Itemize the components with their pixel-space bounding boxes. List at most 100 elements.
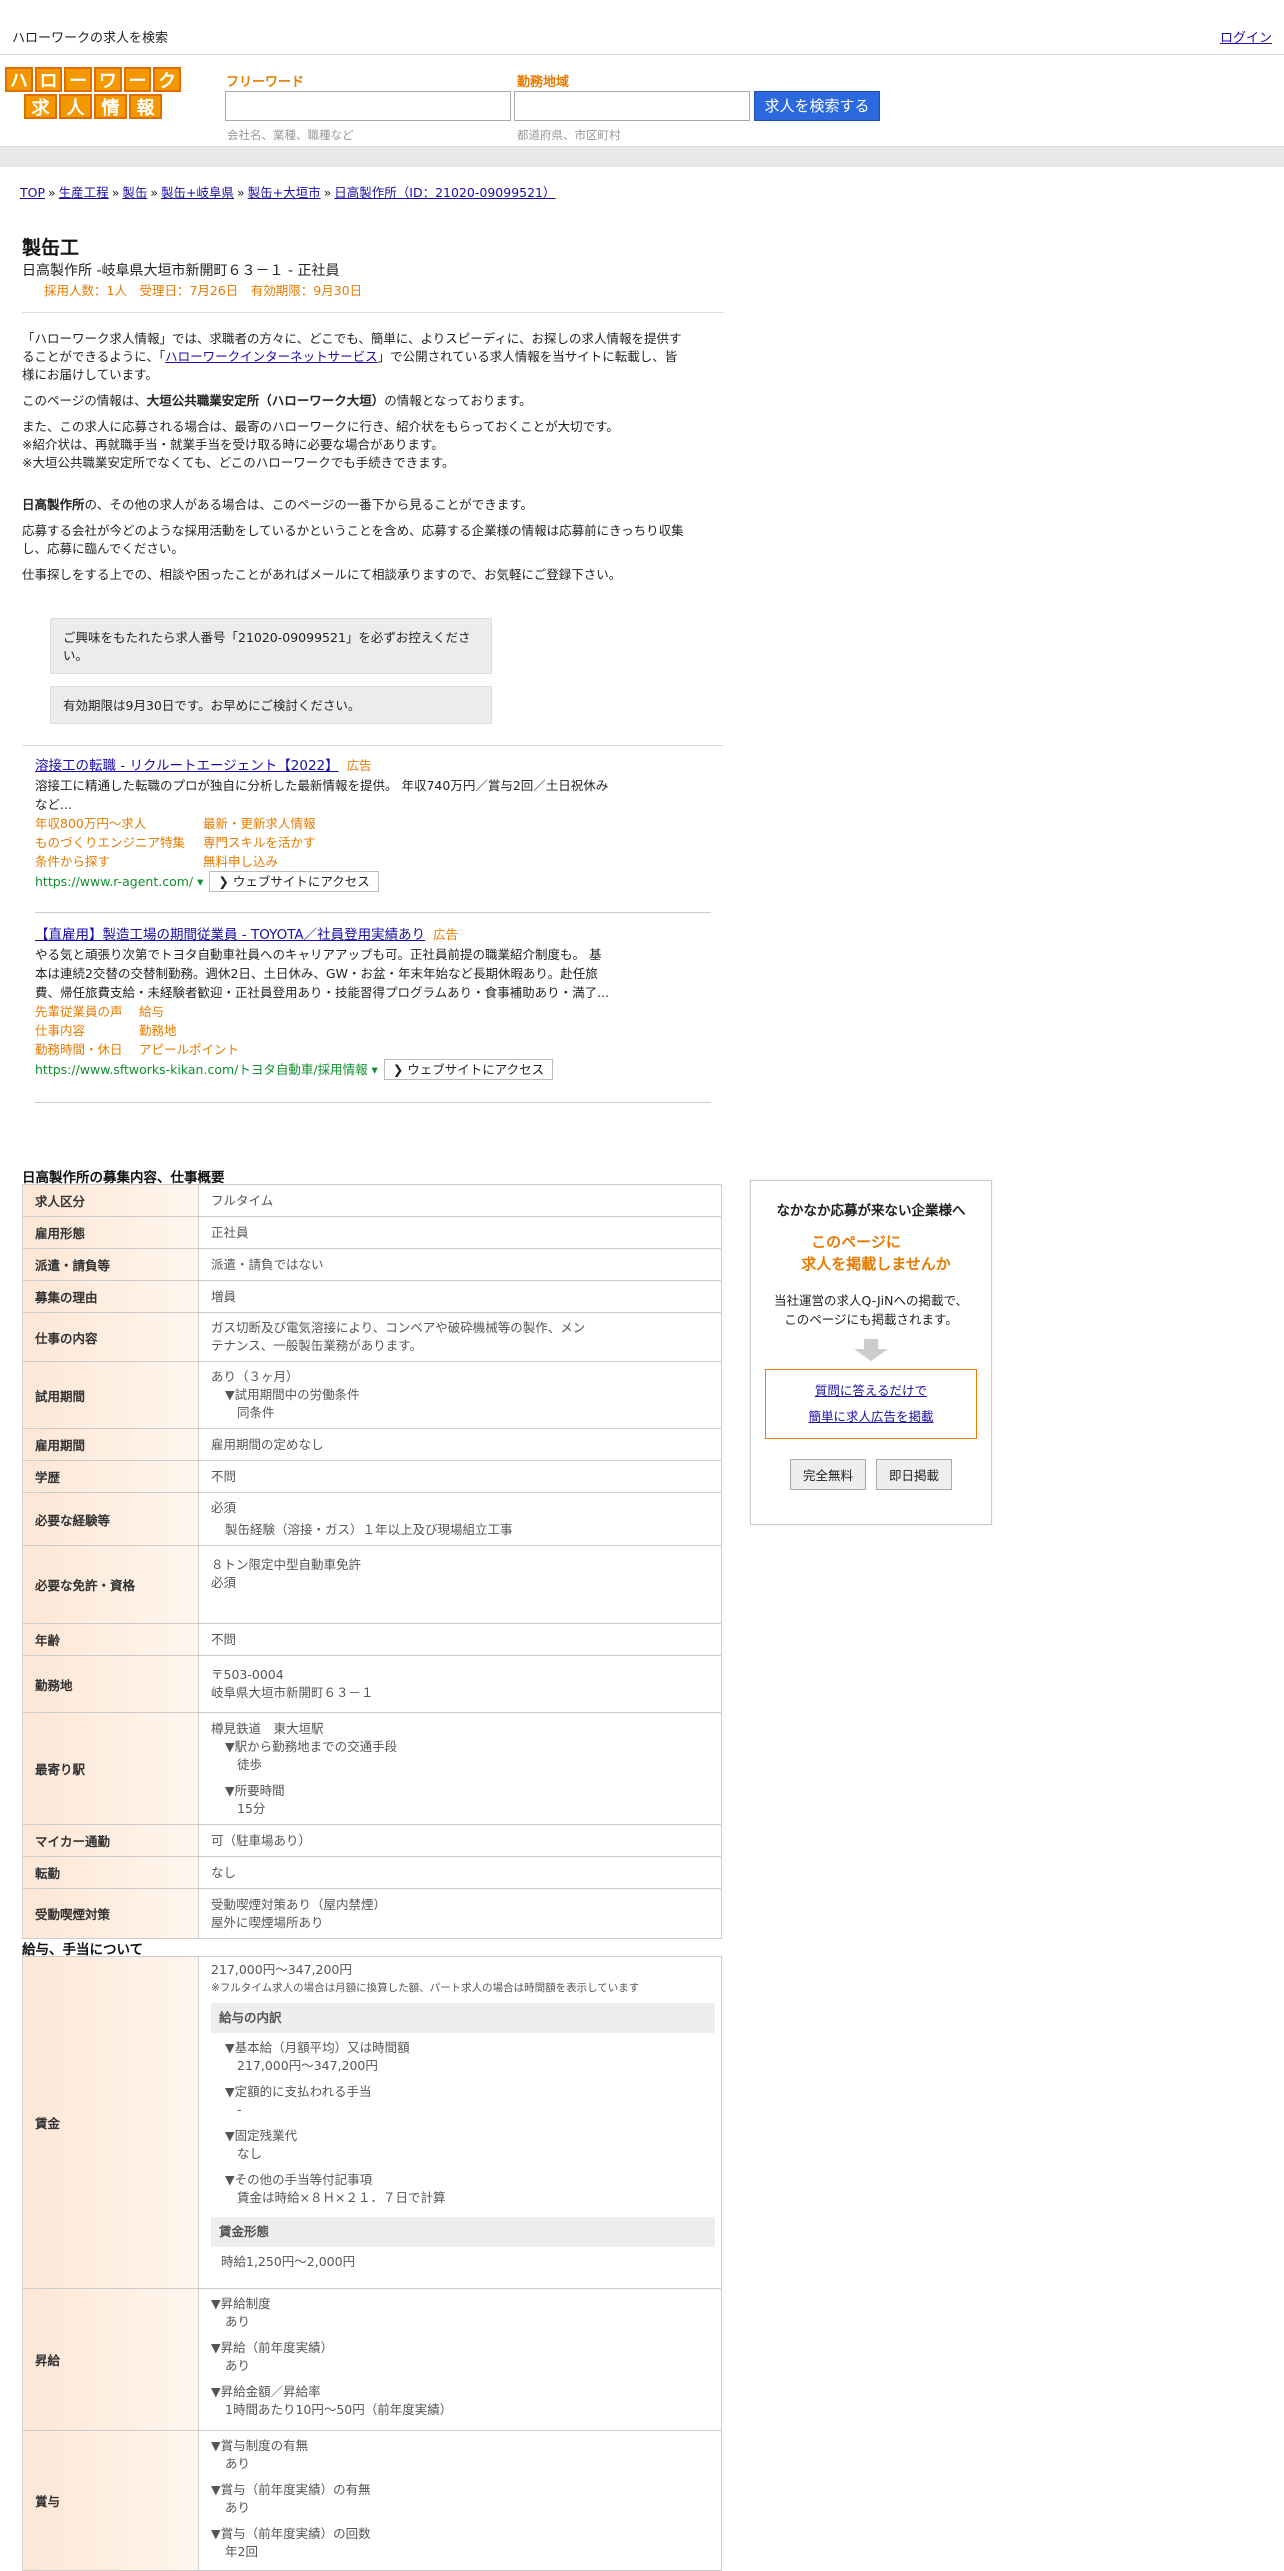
- freeword-input[interactable]: [225, 91, 511, 121]
- breadcrumb-company[interactable]: 日高製作所（ID：21020-09099521）: [334, 185, 555, 200]
- ad-sitelink[interactable]: アピールポイント: [139, 1040, 710, 1059]
- logo-char: 情: [94, 94, 127, 119]
- logo-char: ロ: [34, 67, 63, 92]
- value-line: 同条件: [237, 1405, 275, 1420]
- ad-url[interactable]: https://www.r-agent.com/: [35, 874, 193, 889]
- row-value: ▼昇給制度 あり ▼昇給（前年度実績） あり ▼昇給金額／昇給率 1時間あたり1…: [198, 2288, 722, 2431]
- ad-sitelink[interactable]: ものづくりエンジニア特集: [35, 833, 203, 852]
- ad-sitelink[interactable]: 最新・更新求人情報: [203, 814, 710, 833]
- logo-char: ワ: [94, 67, 122, 92]
- value-line: ガス切断及び電気溶接により、コンベアや破砕機械等の製作、メン: [211, 1320, 586, 1335]
- row-key: 最寄り駅: [22, 1712, 199, 1825]
- row-key: 賃金: [22, 1956, 199, 2289]
- table-row: 求人区分 フルタイム: [22, 1184, 722, 1217]
- sidebar-body-line: 当社運営の求人Q-JiNへの掲載で、: [774, 1293, 968, 1308]
- ad-recruit-agent: 溶接工の転職 - リクルートエージェント【2022】 広告 溶接工に精通した転職の…: [35, 756, 710, 892]
- search-bar: ハ ロ ー ワ ー ク 求 人 情 報 フリーワード 会社名、業種、職種など 勤…: [0, 55, 1284, 147]
- row-key: 雇用形態: [22, 1216, 199, 1249]
- breadcrumb: TOP» 生産工程» 製缶» 製缶+岐阜県» 製缶+大垣市» 日高製作所（ID：21020…: [20, 185, 556, 200]
- ad-visit-button[interactable]: ❯ ウェブサイトにアクセス: [383, 1059, 554, 1080]
- value-line: 製缶経験（溶接・ガス）１年以上及び現場組立工事: [225, 1522, 513, 1537]
- value-line: 必須: [211, 1575, 237, 1590]
- ad-sitelink[interactable]: 専門スキルを活かす: [203, 833, 710, 852]
- sidebar-body: 当社運営の求人Q-JiNへの掲載で、 このページにも掲載されます。: [751, 1291, 991, 1329]
- area-label: 勤務地域: [517, 75, 570, 90]
- table-row: 勤務地 〒503-0004 岐阜県大垣市新開町６３－１: [22, 1655, 722, 1713]
- sidebar-link[interactable]: 簡単に求人広告を掲載: [808, 1409, 933, 1424]
- breadcrumb-category[interactable]: 生産工程: [59, 185, 109, 200]
- row-value: ▼賞与制度の有無 あり ▼賞与（前年度実績）の有無 あり ▼賞与（前年度実績）の…: [198, 2430, 722, 2571]
- area-input[interactable]: [514, 91, 750, 121]
- job-meta: 採用人数：1人 受理日：7月26日 有効期限：9月30日: [44, 283, 363, 298]
- table-row: 昇給 ▼昇給制度 あり ▼昇給（前年度実績） あり ▼昇給金額／昇給率 1時間あ…: [22, 2288, 722, 2431]
- logo-char: ク: [153, 67, 182, 92]
- company-line: 日高製作所 -岐阜県大垣市新開町６３－１ - 正社員: [22, 263, 340, 279]
- value-line: -: [237, 2102, 242, 2117]
- value-line: 賃金は時給×８Ｈ×２１．７日で計算: [237, 2190, 446, 2205]
- hellowork-internet-link[interactable]: ハローワークインターネットサービス: [165, 349, 378, 364]
- ad-title[interactable]: 【直雇用】製造工場の期間従業員 - TOYOTA／社員登用実績あり: [35, 927, 425, 943]
- free-button[interactable]: 完全無料: [789, 1459, 866, 1490]
- ad-sitelink[interactable]: 先輩従業員の声: [35, 1002, 139, 1021]
- ad-divider: [35, 1102, 711, 1103]
- value-line: ▼定額的に支払われる手当: [225, 2084, 372, 2099]
- ad-sitelink[interactable]: 無料申し込み: [203, 852, 710, 871]
- row-key: 学歴: [22, 1460, 199, 1493]
- table-row: 試用期間 あり（３ヶ月） ▼試用期間中の労働条件 同条件: [22, 1361, 722, 1429]
- job-header: 製缶工 日高製作所 -岐阜県大垣市新開町６３－１ - 正社員 採用人数：1人 受…: [22, 233, 724, 299]
- value-line: 1時間あたり10円〜50円（前年度実績）: [225, 2402, 453, 2417]
- ad-sitelink[interactable]: 年収800万円～求人: [35, 814, 203, 833]
- breadcrumb-city[interactable]: 製缶+大垣市: [248, 185, 321, 200]
- ad-title[interactable]: 溶接工の転職 - リクルートエージェント【2022】: [35, 758, 339, 774]
- intro-line: の、その他の求人がある場合は、このページの一番下から見ることができます。: [84, 497, 534, 512]
- ad-url[interactable]: https://www.sftworks-kikan.com/トヨタ自動車/採用…: [35, 1062, 368, 1077]
- arrow-down-icon: [854, 1339, 888, 1361]
- sidebar-link[interactable]: 質問に答えるだけで: [815, 1383, 927, 1398]
- intro-line: し、応募に臨んでください。: [22, 541, 184, 556]
- ad-url-dropdown-icon[interactable]: ▾: [193, 874, 203, 889]
- value-line: ８トン限定中型自動車免許: [211, 1557, 362, 1572]
- ad-visit-button[interactable]: ❯ ウェブサイトにアクセス: [209, 871, 379, 892]
- row-key: 派遣・請負等: [22, 1248, 199, 1281]
- job-title: 製缶工: [22, 237, 80, 259]
- ad-sitelink[interactable]: 勤務時間・休日: [35, 1040, 139, 1059]
- row-key: 勤務地: [22, 1655, 199, 1713]
- ad-sitelink[interactable]: 給与: [139, 1002, 710, 1021]
- search-button[interactable]: 求人を検索する: [754, 91, 880, 121]
- intro-line: ※紹介状は、再就職手当・就業手当を受け取る時に必要な場合があります。: [22, 437, 444, 452]
- row-key: 賞与: [22, 2430, 199, 2571]
- value-line: あり: [225, 2500, 251, 2515]
- value-line: 〒503-0004: [211, 1667, 284, 1682]
- value-line: ▼その他の手当等付記事項: [225, 2172, 373, 2187]
- ad-sitelink[interactable]: 条件から探す: [35, 852, 203, 871]
- job-number-note: ご興味をもたれたら求人番号「21020-09099521」を必ずお控えくださ い…: [50, 618, 492, 674]
- row-key: 必要な経験等: [22, 1492, 199, 1546]
- table-row: 必要な経験等 必須 製缶経験（溶接・ガス）１年以上及び現場組立工事: [22, 1492, 722, 1546]
- table-row: 仕事の内容 ガス切断及び電気溶接により、コンベアや破砕機械等の製作、メン テナンス、…: [22, 1312, 722, 1362]
- table-row: 必要な免許・資格 ８トン限定中型自動車免許 必須: [22, 1545, 722, 1624]
- intro-line: の情報となっております。: [384, 393, 532, 408]
- logo-char: 人: [59, 94, 92, 119]
- row-value: 増員: [198, 1280, 722, 1313]
- same-day-button[interactable]: 即日掲載: [876, 1459, 953, 1490]
- ad-url-dropdown-icon[interactable]: ▾: [368, 1062, 378, 1077]
- row-value: 217,000円〜347,200円 ※フルタイム求人の場合は月額に換算した額、パ…: [198, 1956, 722, 2289]
- value-line: ▼昇給金額／昇給率: [211, 2384, 321, 2399]
- ad-sitelink[interactable]: 勤務地: [139, 1021, 710, 1040]
- ad-sitelink[interactable]: 仕事内容: [35, 1021, 139, 1040]
- table-row: 賞与 ▼賞与制度の有無 あり ▼賞与（前年度実績）の有無 あり ▼賞与（前年度実…: [22, 2430, 722, 2571]
- value-line: ▼賞与制度の有無: [211, 2438, 309, 2453]
- table-row: 学歴 不問: [22, 1460, 722, 1493]
- note-line: い。: [63, 648, 89, 663]
- value-line: 岐阜県大垣市新開町６３－１: [211, 1685, 374, 1700]
- sidebar-heading: なかなか応募が来ない企業様へ: [776, 1203, 966, 1219]
- login-link[interactable]: ログイン: [1220, 27, 1272, 46]
- freeword-hint: 会社名、業種、職種など: [227, 128, 354, 142]
- hellowork-logo[interactable]: ハ ロ ー ワ ー ク 求 人 情 報: [4, 67, 182, 121]
- ad-desc: 溶接工に精通した転職のプロが独自に分析した最新情報を提供。 年収740万円／賞与…: [35, 778, 609, 793]
- breadcrumb-pref[interactable]: 製缶+岐阜県: [161, 185, 234, 200]
- breadcrumb-job[interactable]: 製缶: [122, 185, 147, 200]
- company-name: 日高製作所: [22, 497, 85, 512]
- ad-toyota: 【直雇用】製造工場の期間従業員 - TOYOTA／社員登用実績あり 広告 やる気と…: [35, 925, 710, 1080]
- breadcrumb-top[interactable]: TOP: [20, 185, 45, 200]
